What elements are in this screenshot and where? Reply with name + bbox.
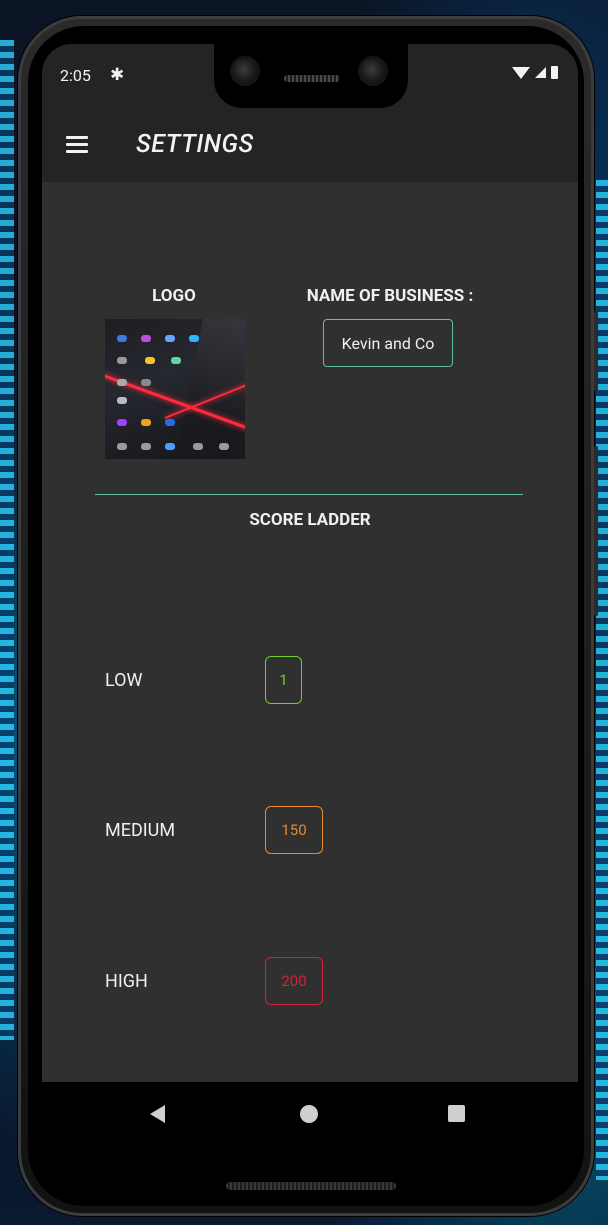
cell-signal-icon xyxy=(535,67,546,78)
system-nav-bar xyxy=(42,1082,578,1146)
device-screen: 2:05 ✱ SETTINGS LOGO NAME OF BUSINESS: … xyxy=(42,44,578,1146)
level-input-medium[interactable] xyxy=(265,806,323,854)
logo-heading: LOGO xyxy=(152,286,196,306)
logo-app-icon xyxy=(117,335,127,342)
battery-icon xyxy=(551,66,558,79)
camera-notch xyxy=(214,44,408,108)
front-camera-icon xyxy=(360,58,386,84)
logo-app-icon xyxy=(117,397,127,404)
gear-icon: ✱ xyxy=(110,65,125,85)
section-divider xyxy=(95,494,523,495)
home-circle-icon[interactable] xyxy=(300,1105,318,1123)
level-label-high: HIGH xyxy=(105,971,148,992)
logo-app-icon xyxy=(141,335,151,342)
front-camera-icon xyxy=(232,58,258,84)
status-icons xyxy=(512,66,558,79)
logo-app-icon xyxy=(165,335,175,342)
logo-app-icon xyxy=(171,357,181,364)
logo-image[interactable] xyxy=(105,319,245,459)
earpiece-speaker xyxy=(284,75,340,82)
level-input-high[interactable] xyxy=(265,957,323,1005)
hamburger-menu-icon[interactable] xyxy=(66,136,88,153)
logo-app-icon xyxy=(193,443,203,450)
score-ladder-heading: SCORE LADDER xyxy=(249,510,371,530)
page-title: SETTINGS xyxy=(136,130,254,159)
logo-app-icon xyxy=(145,357,155,364)
level-label-low: LOW xyxy=(105,670,143,691)
business-name-input[interactable] xyxy=(323,319,453,367)
logo-app-icon xyxy=(141,443,151,450)
logo-app-icon xyxy=(117,357,127,364)
logo-app-icon xyxy=(165,419,175,426)
settings-content: LOGO NAME OF BUSINESS : Kevin and Co SCO… xyxy=(42,182,578,1082)
volume-button xyxy=(594,446,598,616)
logo-app-icon xyxy=(117,443,127,450)
status-bar: 2:05 ✱ xyxy=(42,44,578,110)
app-bar: SETTINGS xyxy=(42,110,578,182)
phone-chin-speaker xyxy=(226,1182,396,1190)
recents-square-icon[interactable] xyxy=(448,1105,465,1122)
logo-app-icon xyxy=(117,419,127,426)
logo-app-icon xyxy=(141,419,151,426)
wifi-icon xyxy=(512,66,530,79)
level-input-low[interactable] xyxy=(265,656,302,704)
level-label-medium: MEDIUM xyxy=(105,820,176,841)
wallpaper-streak xyxy=(0,40,14,1040)
logo-app-icon xyxy=(219,443,229,450)
power-button xyxy=(594,311,598,391)
back-triangle-icon[interactable] xyxy=(150,1105,165,1123)
logo-app-icon xyxy=(189,335,199,342)
logo-app-icon xyxy=(117,379,127,386)
logo-app-icon xyxy=(165,443,175,450)
logo-app-icon xyxy=(141,379,151,386)
status-time: 2:05 xyxy=(60,66,91,85)
business-name-heading: NAME OF BUSINESS : xyxy=(306,286,474,306)
